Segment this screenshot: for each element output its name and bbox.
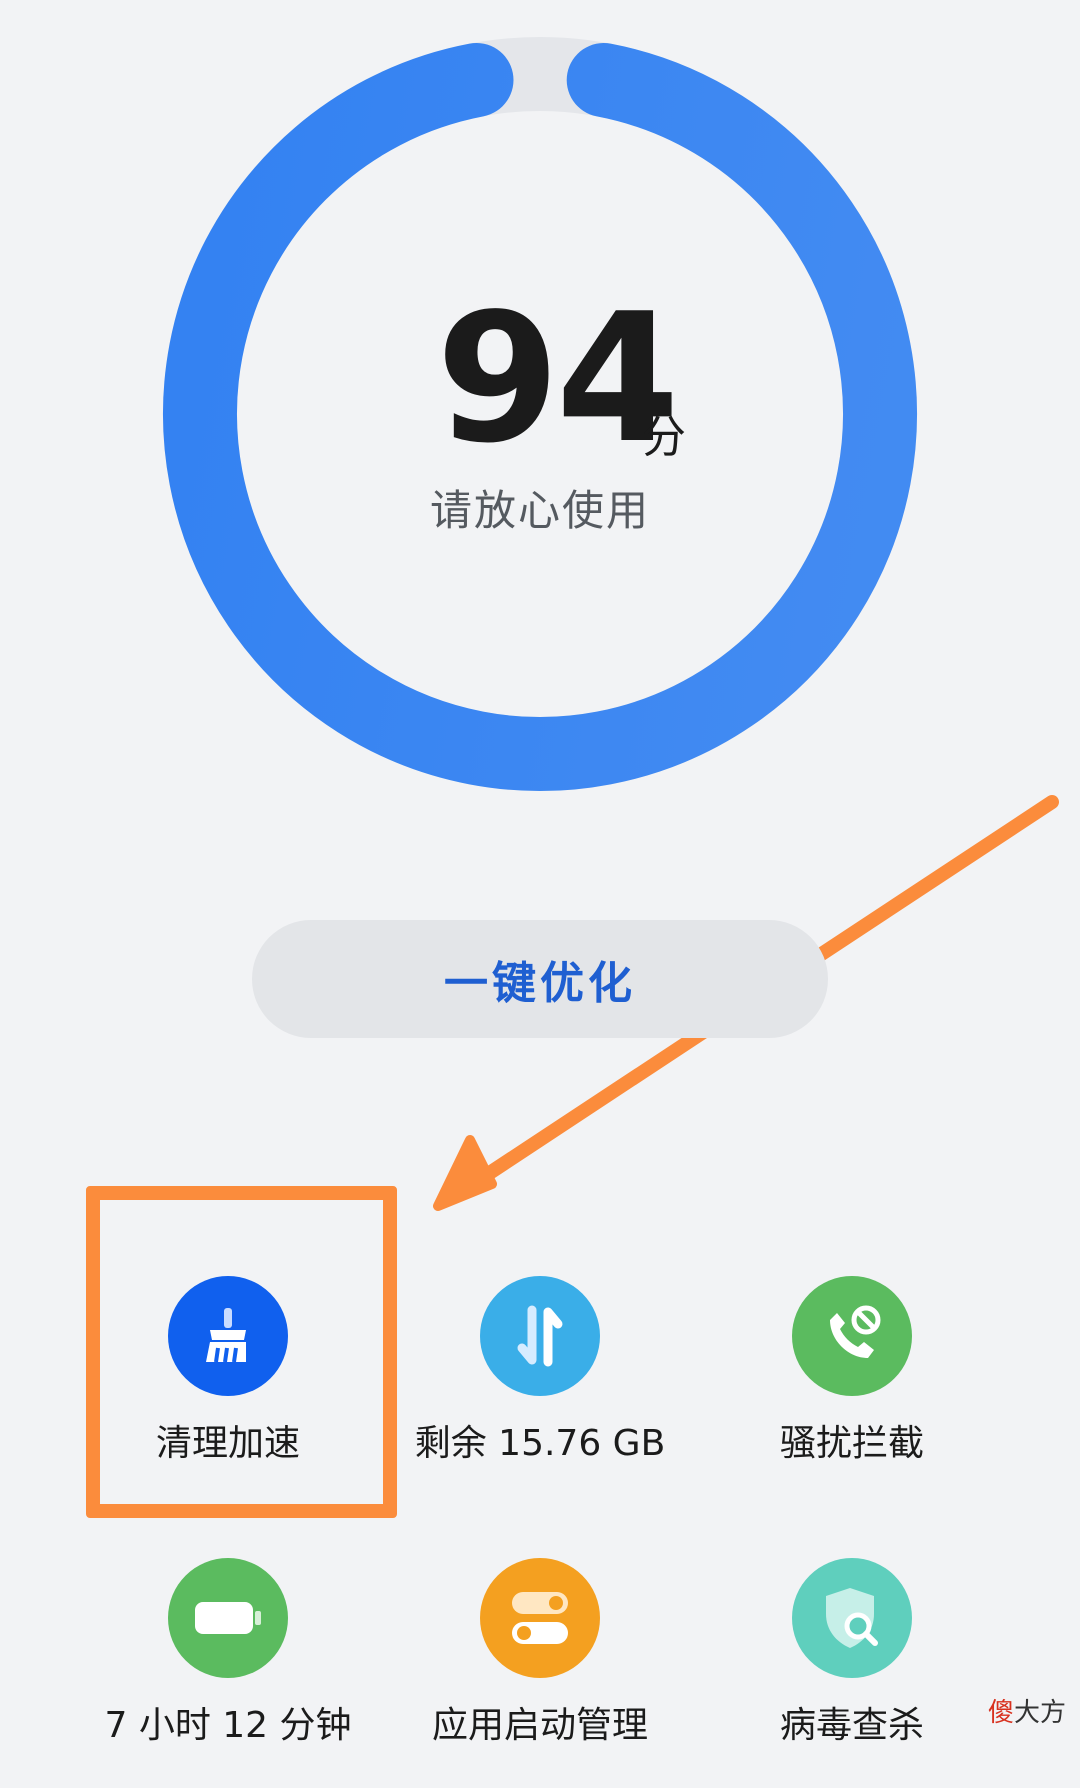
tile-label: 剩余 15.76 GB: [414, 1423, 666, 1464]
tile-label: 应用启动管理: [431, 1705, 648, 1746]
score-status: 请放心使用: [429, 486, 650, 535]
shield-search-icon: [792, 1558, 912, 1678]
watermark: 傻大方: [988, 1698, 1067, 1728]
annotation-highlight-box: [86, 1186, 397, 1518]
storage-arrows-icon: [480, 1276, 600, 1396]
tile-storage[interactable]: 剩余 15.76 GB: [390, 1276, 690, 1506]
tile-label: 病毒查杀: [779, 1705, 924, 1746]
score-unit: 分: [642, 412, 686, 463]
toggle-switches-icon: [480, 1558, 600, 1678]
tile-harass-block[interactable]: 骚扰拦截: [702, 1276, 1002, 1506]
battery-icon: [168, 1558, 288, 1678]
phone-block-icon: [792, 1276, 912, 1396]
one-click-optimize-button[interactable]: 一键优化: [252, 920, 828, 1038]
tile-label: 7 小时 12 分钟: [104, 1705, 352, 1746]
score-value: 94: [436, 275, 680, 482]
tile-label: 骚扰拦截: [779, 1423, 924, 1464]
